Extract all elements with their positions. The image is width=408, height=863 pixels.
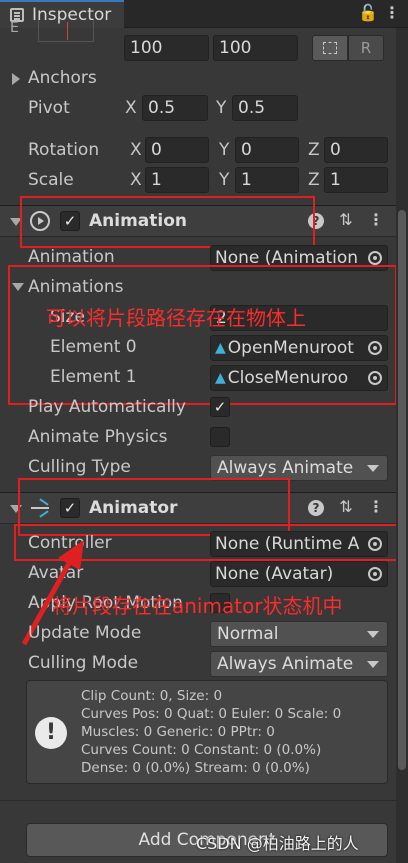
scrollbar-thumb[interactable] — [398, 210, 406, 770]
play-automatically-checkbox[interactable]: ✓ — [210, 397, 230, 417]
pivot-y-axis-label: Y — [216, 98, 227, 118]
blueprint-icon — [323, 42, 337, 54]
culling-mode-value: Always Animate — [217, 654, 354, 674]
animator-info-box: ! Clip Count: 0, Size: 0 Curves Pos: 0 Q… — [26, 680, 388, 784]
pivot-x-axis-label: X — [125, 98, 137, 118]
rotation-z-field[interactable]: 0 — [324, 137, 388, 163]
annotation-note-1: 可以将片段路径存在在物体上 — [46, 306, 306, 330]
scale-x-field[interactable]: 1 — [145, 167, 209, 193]
scale-y-axis-label: Y — [219, 170, 230, 190]
annotation-box-animations-list — [8, 265, 397, 405]
blueprint-mode-button[interactable] — [312, 35, 348, 61]
culling-mode-dropdown[interactable]: Always Animate — [210, 651, 388, 677]
object-picker-icon[interactable] — [368, 567, 382, 581]
scale-z-axis-label: Z — [308, 170, 320, 190]
animation-clip-label: Animation — [28, 247, 115, 267]
update-mode-label: Update Mode — [28, 623, 142, 643]
info-line: Muscles: 0 Generic: 0 PPtr: 0 — [81, 724, 275, 740]
culling-mode-label: Culling Mode — [28, 653, 139, 673]
annotation-box-animation-header — [20, 196, 315, 248]
animate-physics-checkbox[interactable] — [210, 427, 230, 447]
info-line: Curves Pos: 0 Quat: 0 Euler: 0 Scale: 0 — [81, 706, 342, 722]
scale-z-field[interactable]: 1 — [324, 167, 388, 193]
pivot-label: Pivot — [28, 98, 70, 118]
component-menu-icon[interactable]: ⋮ — [366, 210, 386, 229]
animate-physics-label: Animate Physics — [28, 427, 168, 447]
annotation-note-2: 将片段存在在animator状态机中 — [52, 594, 343, 618]
component-menu-icon[interactable]: ⋮ — [366, 497, 386, 516]
anchors-foldout-arrow-icon[interactable] — [12, 73, 20, 85]
avatar-field[interactable]: None (Avatar) — [210, 561, 388, 587]
object-picker-icon[interactable] — [368, 251, 382, 265]
anchor-preset-widget[interactable] — [38, 20, 94, 42]
culling-type-value: Always Animate — [217, 458, 354, 478]
rotation-z-axis-label: Z — [308, 140, 320, 160]
chevron-down-icon — [367, 661, 379, 668]
watermark: CSDN @柏油路上的人 — [196, 834, 359, 853]
update-mode-dropdown[interactable]: Normal — [210, 621, 388, 647]
scale-y-field[interactable]: 1 — [235, 167, 299, 193]
help-icon[interactable]: ? — [308, 500, 324, 516]
rotation-y-field[interactable]: 0 — [235, 137, 299, 163]
rotation-y-axis-label: Y — [219, 140, 230, 160]
raw-edit-button[interactable]: R — [348, 35, 384, 61]
rotation-label: Rotation — [28, 140, 100, 160]
chevron-down-icon — [367, 631, 379, 638]
presets-icon[interactable]: ⇅ — [336, 497, 356, 516]
update-mode-value: Normal — [217, 624, 279, 644]
play-automatically-label: Play Automatically — [28, 397, 186, 417]
lock-icon[interactable]: 🔓 — [358, 3, 378, 22]
divider — [0, 800, 396, 801]
more-options-icon[interactable]: ⋮ — [382, 3, 402, 22]
anchors-label[interactable]: Anchors — [28, 68, 97, 88]
info-icon: ! — [35, 717, 67, 749]
stretch-label: E — [10, 20, 19, 36]
culling-type-label: Culling Type — [28, 457, 131, 477]
pivot-y-field[interactable]: 0.5 — [232, 95, 298, 121]
width-field[interactable]: 100 — [124, 35, 209, 61]
scale-label: Scale — [28, 170, 74, 190]
info-line: Dense: 0 (0.0%) Stream: 0 (0.0%) — [81, 760, 310, 776]
height-field[interactable]: 100 — [213, 35, 298, 61]
info-line: Curves Count: 0 Constant: 0 (0.0%) — [81, 742, 322, 758]
rotation-x-axis-label: X — [130, 140, 142, 160]
scale-x-axis-label: X — [130, 170, 142, 190]
info-text: Clip Count: 0, Size: 0 Curves Pos: 0 Qua… — [81, 687, 341, 777]
avatar-value: None (Avatar) — [215, 564, 334, 584]
rotation-x-field[interactable]: 0 — [145, 137, 209, 163]
presets-icon[interactable]: ⇅ — [336, 210, 356, 229]
pivot-x-field[interactable]: 0.5 — [142, 95, 208, 121]
info-line: Clip Count: 0, Size: 0 — [81, 688, 223, 704]
chevron-down-icon — [367, 465, 379, 472]
